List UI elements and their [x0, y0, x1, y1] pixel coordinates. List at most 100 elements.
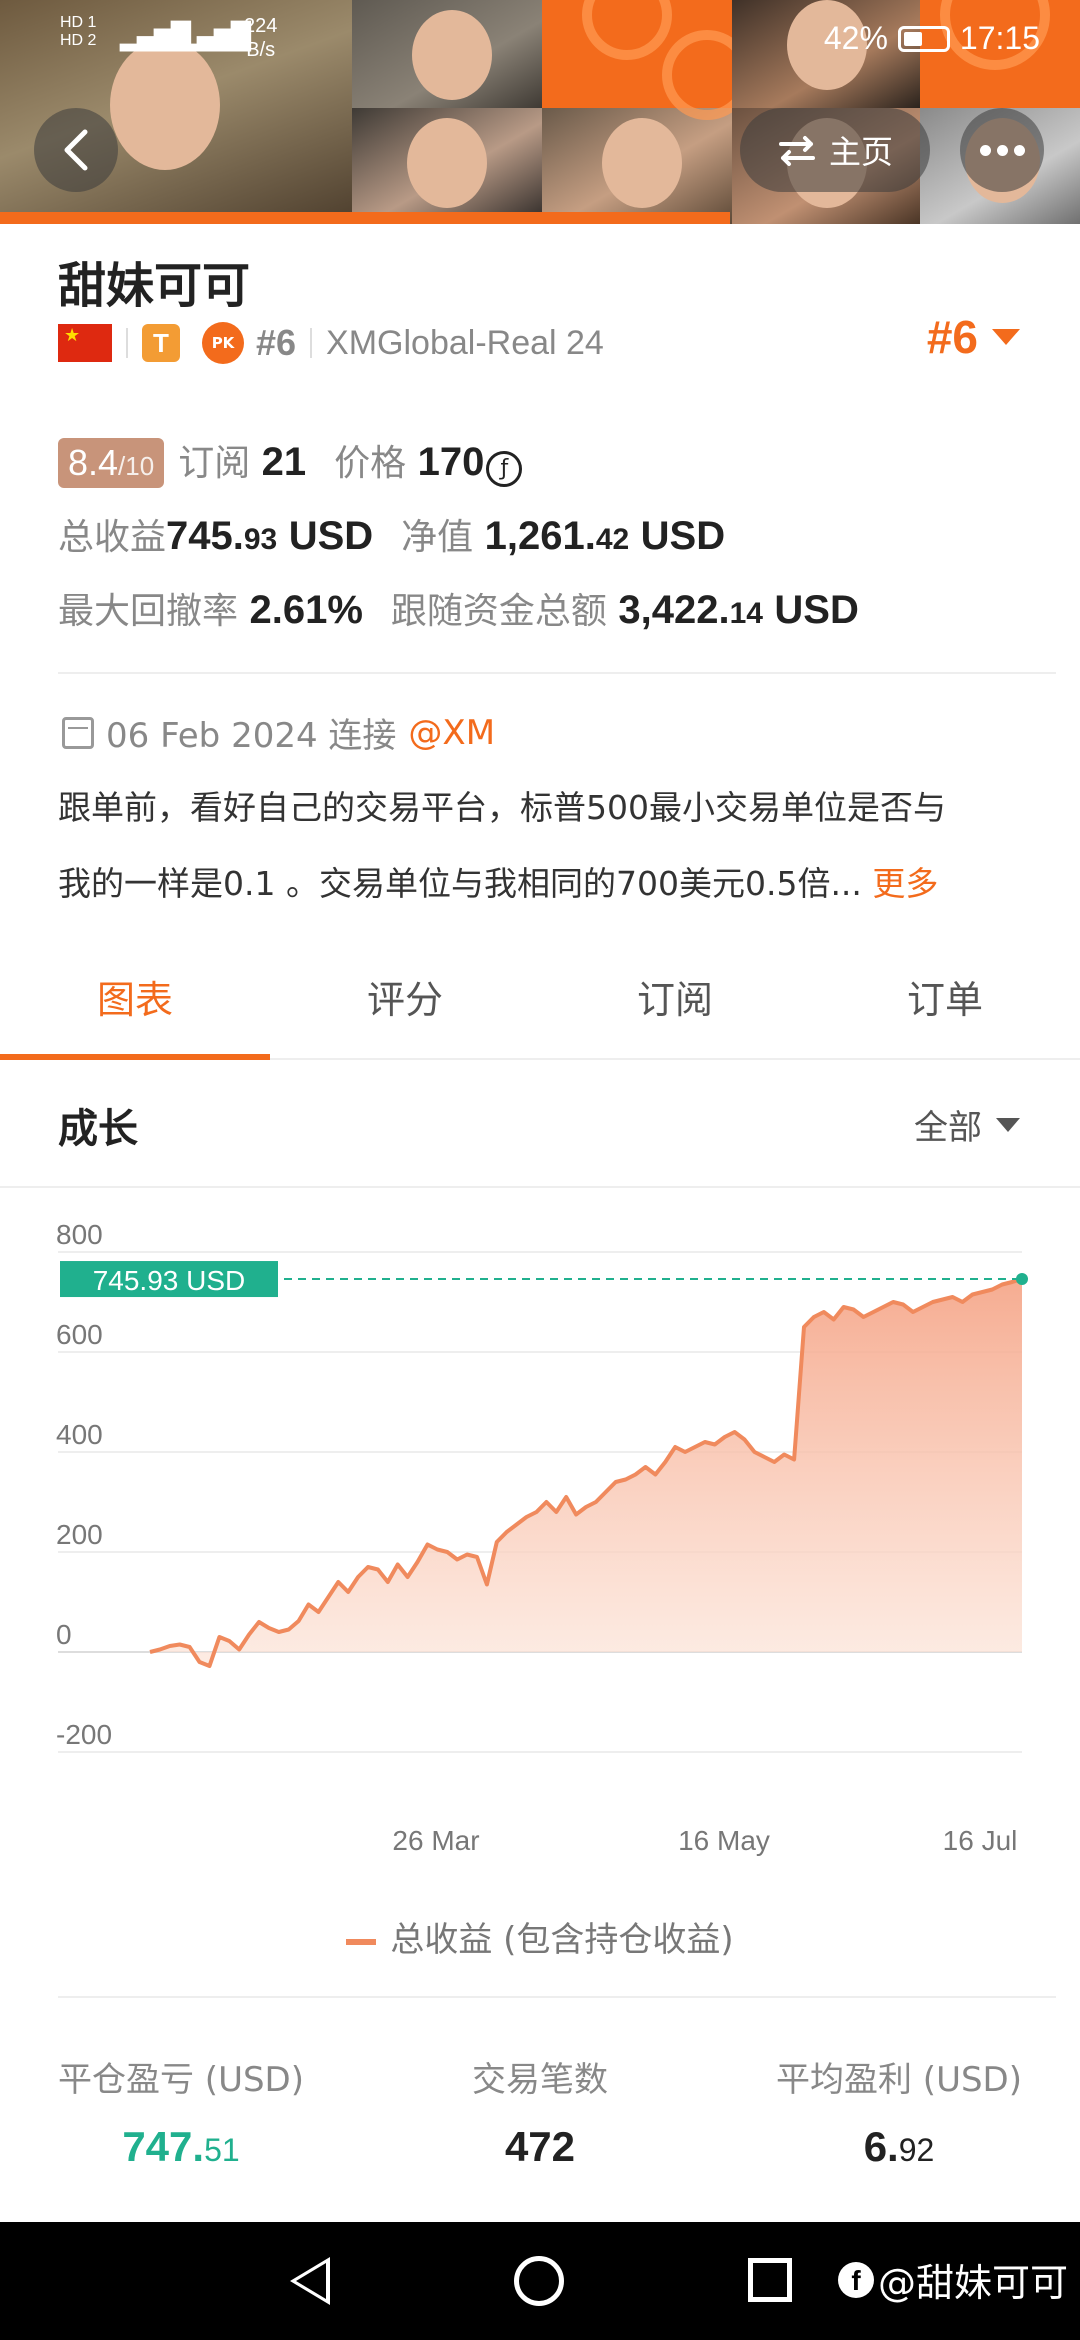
back-button[interactable]: [34, 108, 118, 192]
equity-value: 1,261.: [484, 514, 596, 558]
price-value: 170: [417, 440, 485, 484]
clock: 17:15: [959, 20, 1040, 56]
kpi-value-int: 747.: [122, 2123, 205, 2170]
more-dots-icon: [1013, 144, 1025, 156]
divider: [58, 672, 1056, 674]
subscribe-label: 订阅: [178, 443, 251, 484]
description-text: 我的一样是0.1 。交易单位与我相同的700美元0.5倍...: [58, 864, 862, 903]
kpi-trade-count: 交易笔数 472: [472, 2052, 608, 2171]
range-filter[interactable]: 全部: [914, 1100, 1020, 1149]
server-name: XMGlobal-Real 24: [326, 323, 604, 362]
nav-back-icon[interactable]: [290, 2257, 330, 2305]
follow-funds-label: 跟随资金总额: [390, 591, 607, 632]
divider: [310, 328, 313, 358]
description-line: 跟单前，看好自己的交易平台，标普500最小交易单位是否与: [58, 788, 946, 827]
total-profit-unit: USD: [288, 514, 374, 558]
banner-photo: [352, 108, 542, 224]
stats-row-3: 最大回撤率 2.61% 跟随资金总额 3,422. 14 USD: [58, 582, 859, 634]
more-dots-icon: [996, 144, 1008, 156]
caret-down-icon: [992, 329, 1020, 345]
chevron-left-icon: [64, 129, 88, 171]
series-area: [150, 1279, 1022, 1666]
kpi-row: 平仓盈亏 (USD) 747.51 交易笔数 472 平均盈利 (USD) 6.…: [58, 2052, 1022, 2171]
kpi-label: 交易笔数: [472, 2060, 608, 2100]
rank-dropdown[interactable]: #6: [927, 310, 1020, 364]
follow-funds-unit: USD: [774, 588, 859, 632]
x-tick-label: 26 Mar: [392, 1825, 479, 1856]
kpi-value: 747.51: [58, 2123, 304, 2171]
follow-funds-value: 3,422.: [618, 588, 730, 632]
broker-link[interactable]: @XM: [408, 713, 495, 753]
tab-rating[interactable]: 评分: [270, 950, 540, 1058]
legend-label: 总收益 (包含持仓收益): [390, 1920, 734, 1960]
kpi-label: 平仓盈亏 (USD): [58, 2060, 304, 2100]
growth-chart[interactable]: 800 600 400 200 0 -200 26 Mar 16 May 16 Jul 745.9…: [0, 1200, 1080, 1900]
kpi-label: 平均盈利 (USD): [776, 2060, 1022, 2100]
equity-decimals: 42: [595, 523, 630, 556]
current-value-dot: [1016, 1273, 1028, 1286]
tab-subscription[interactable]: 订阅: [540, 950, 810, 1058]
watermark-text: @甜妹可可: [877, 2261, 1068, 2305]
banner-pattern: [542, 0, 752, 120]
price-label: 价格: [334, 443, 407, 484]
tab-chart[interactable]: 图表: [0, 950, 270, 1060]
more-options-button[interactable]: [960, 108, 1044, 192]
network-indicator: HD 1 HD 2: [60, 14, 97, 49]
divider: [0, 1186, 1080, 1188]
swap-icon: [778, 136, 815, 166]
signal-icon: ▂▄▆█: [180, 22, 251, 52]
y-tick-label: 0: [56, 1619, 72, 1650]
trader-name: 甜妹可可: [58, 258, 251, 314]
drawdown-value: 2.61%: [249, 588, 363, 632]
china-flag-icon: [58, 324, 112, 362]
rank-value: #6: [926, 311, 978, 363]
watermark: f @甜妹可可: [837, 2252, 1068, 2307]
tab-orders[interactable]: 订单: [810, 950, 1080, 1058]
y-tick-label: 400: [56, 1419, 103, 1450]
kpi-avg-profit: 平均盈利 (USD) 6.92: [776, 2052, 1022, 2171]
home-button[interactable]: 主页: [740, 108, 930, 192]
current-value-label: 745.93 USD: [93, 1265, 246, 1296]
battery-icon: [897, 25, 950, 52]
network-speed: 224 B/s: [244, 15, 278, 61]
y-tick-label: 200: [56, 1519, 103, 1550]
kpi-closed-pnl: 平仓盈亏 (USD) 747.51: [58, 2052, 304, 2171]
kpi-value-int: 6.: [863, 2123, 899, 2170]
kpi-value-int: 472: [504, 2123, 576, 2170]
nav-recent-icon[interactable]: [748, 2258, 792, 2302]
banner-photo: [542, 108, 732, 224]
total-profit-value: 745.: [166, 514, 244, 558]
trader-meta: T PK #6 XMGlobal-Real 24: [58, 318, 604, 368]
y-tick-label: 600: [56, 1319, 103, 1350]
tab-bar: 图表 评分 订阅 订单: [0, 950, 1080, 1060]
range-filter-label: 全部: [914, 1108, 982, 1148]
nav-home-icon[interactable]: [514, 2256, 564, 2306]
home-label: 主页: [828, 134, 893, 170]
kpi-value: 472: [472, 2123, 608, 2171]
system-nav-bar: f @甜妹可可: [0, 2222, 1080, 2340]
rank-label: #6: [256, 322, 297, 363]
legend-swatch: [346, 1938, 377, 1945]
more-dots-icon: [979, 144, 991, 156]
y-tick-label: -200: [56, 1719, 112, 1750]
connection-info: 06 Feb 2024 连接 @XM: [62, 708, 495, 757]
y-tick-label: 800: [56, 1219, 103, 1250]
connection-date: 06 Feb 2024 连接: [106, 716, 397, 756]
drawdown-label: 最大回撤率: [58, 591, 239, 632]
trader-badge: T: [142, 324, 180, 362]
x-tick-label: 16 May: [678, 1825, 770, 1856]
score-badge: 8.4/10: [58, 438, 165, 488]
divider: [58, 1996, 1056, 1998]
kpi-value-dec: 51: [204, 2132, 240, 2168]
x-tick-label: 16 Jul: [943, 1825, 1018, 1856]
f-coin-icon: ƒ: [486, 451, 523, 487]
follow-funds-decimals: 14: [729, 597, 763, 630]
banner-accent-bar: [0, 212, 730, 224]
pk-flame-icon: PK: [202, 322, 244, 364]
divider: [126, 328, 128, 358]
facebook-icon: f: [837, 2261, 874, 2298]
more-link[interactable]: 更多: [872, 864, 938, 903]
score-max: /10: [118, 451, 155, 481]
stats-row-1: 8.4/10 订阅 21 价格 170 ƒ: [58, 434, 523, 488]
kpi-value: 6.92: [776, 2123, 1022, 2171]
